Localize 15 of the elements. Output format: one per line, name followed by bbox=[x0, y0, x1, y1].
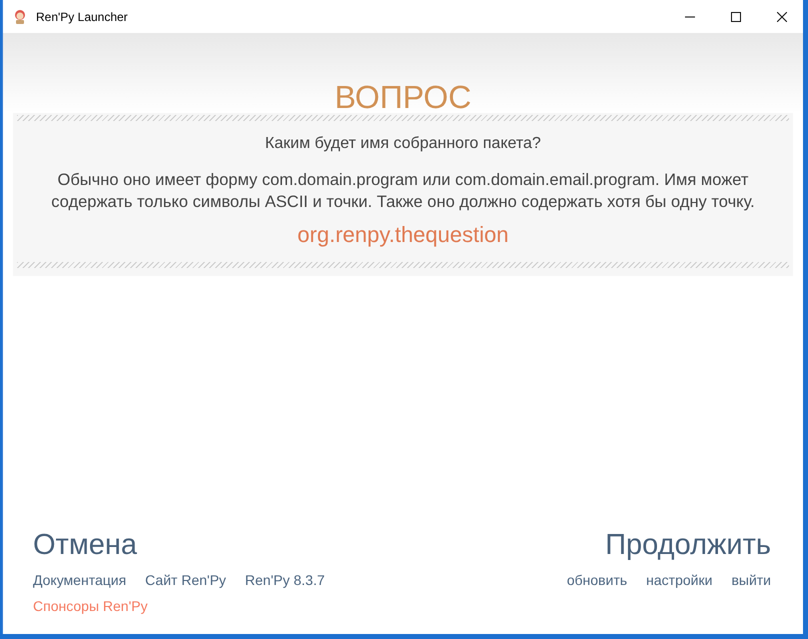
description-text: Обычно оно имеет форму com.domain.program или com.domain.email.program. Имя может содержать только символы ASCII и точки. Также оно должно содержать хотя бы одну точку. bbox=[50, 170, 756, 213]
app-icon bbox=[12, 8, 28, 24]
page-heading: ВОПРОС bbox=[334, 79, 472, 115]
footer-link[interactable]: Документация bbox=[33, 572, 126, 588]
maximize-icon[interactable] bbox=[731, 12, 741, 22]
question-text: Каким будет имя собранного пакета? bbox=[265, 135, 541, 153]
window-title: Ren'Py Launcher bbox=[36, 10, 128, 24]
footer-link[interactable]: обновить bbox=[566, 572, 628, 588]
footer-link[interactable]: выйти bbox=[731, 572, 771, 588]
continue-button[interactable]: Продолжить bbox=[605, 529, 771, 562]
close-icon[interactable] bbox=[777, 12, 787, 22]
footer-link[interactable]: Сайт Ren'Py bbox=[145, 572, 226, 588]
cancel-button[interactable]: Отмена bbox=[33, 529, 138, 562]
footer-link[interactable]: настройки bbox=[646, 572, 712, 588]
footer-link[interactable]: Ren'Py 8.3.7 bbox=[245, 572, 325, 588]
